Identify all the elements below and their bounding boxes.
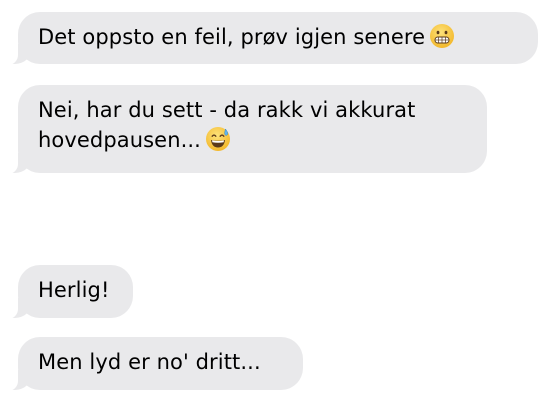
grinning-sweat-face-icon	[205, 127, 230, 151]
message-thread: Det oppsto en feil, prøv igjen senere Ne…	[0, 0, 542, 408]
message-text: Men lyd er no' dritt...	[38, 350, 261, 374]
message-bubble[interactable]: Herlig!	[6, 265, 133, 319]
message-text: Herlig!	[38, 278, 110, 302]
message-bubble[interactable]: Men lyd er no' dritt...	[6, 337, 303, 391]
grimacing-face-icon	[430, 24, 455, 48]
message-text: Det oppsto en feil, prøv igjen senere	[38, 25, 426, 49]
message-text: Nei, har du sett - da rakk vi akkurat	[38, 98, 416, 122]
message-bubble[interactable]: Nei, har du sett - da rakk vi akkurat hov…	[6, 85, 487, 174]
message-bubble[interactable]: Det oppsto en feil, prøv igjen senere	[6, 12, 538, 65]
message-text: hovedpausen...	[38, 128, 201, 152]
